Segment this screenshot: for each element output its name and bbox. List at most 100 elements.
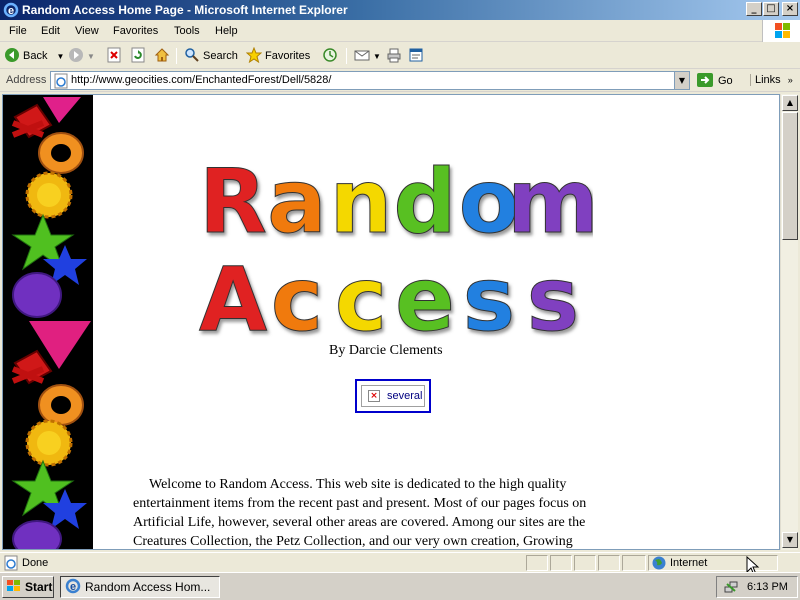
start-label: Start — [25, 580, 53, 594]
logo-letter: m — [507, 150, 593, 253]
scroll-up-button[interactable]: ▲ — [782, 95, 798, 111]
author-byline: By Darcie Clements — [329, 343, 443, 358]
menu-help[interactable]: Help — [215, 25, 238, 37]
svg-text:e: e — [8, 5, 14, 17]
address-input[interactable]: http://www.geocities.com/EnchantedForest… — [50, 71, 690, 90]
links-label: Links — [755, 74, 781, 86]
forward-dropdown-icon[interactable]: ▼ — [87, 52, 95, 61]
address-bar: Address http://www.geocities.com/Enchant… — [0, 70, 800, 92]
logo-letter: s — [463, 248, 515, 340]
menu-edit[interactable]: Edit — [41, 25, 60, 37]
maximize-button[interactable]: □ — [763, 2, 779, 16]
stop-button[interactable] — [106, 47, 122, 65]
broken-image-icon: × — [368, 390, 380, 402]
scroll-thumb[interactable] — [782, 112, 798, 240]
menu-view[interactable]: View — [75, 25, 99, 37]
page-content[interactable]: Random Access By Darcie Clements × sever… — [2, 94, 780, 550]
address-label: Address — [6, 74, 47, 86]
links-button[interactable]: Links » — [750, 74, 793, 86]
network-icon[interactable] — [723, 579, 739, 598]
ie-logo-icon: e — [3, 2, 19, 18]
logo-letter: c — [335, 248, 387, 340]
mail-icon — [354, 47, 370, 66]
stop-icon — [106, 47, 122, 66]
title-bar[interactable]: e Random Access Home Page - Microsoft In… — [0, 0, 800, 20]
taskbar: Start e Random Access Hom... 6:13 PM — [0, 572, 800, 600]
logo-letter: e — [395, 248, 455, 340]
forward-arrow-icon — [68, 47, 84, 66]
logo-letter: d — [394, 150, 457, 253]
logo-letter: s — [527, 248, 579, 340]
security-zone-label: Internet — [670, 557, 708, 569]
taskbar-clock[interactable]: 6:13 PM — [747, 581, 788, 593]
search-icon — [184, 47, 200, 66]
image-alt-text: several — [387, 390, 423, 402]
go-label: Go — [718, 75, 733, 87]
back-arrow-icon — [4, 47, 20, 66]
windows-start-icon — [6, 579, 22, 596]
logo-letter: R — [199, 150, 267, 253]
svg-text:e: e — [70, 581, 76, 593]
start-button[interactable]: Start — [2, 576, 54, 598]
home-button[interactable] — [154, 47, 170, 65]
ie-task-icon: e — [65, 578, 81, 597]
status-bar: Done Internet — [0, 552, 800, 576]
status-pane — [574, 555, 596, 571]
menu-favorites[interactable]: Favorites — [113, 25, 158, 37]
back-dropdown-icon[interactable]: ▼ — [56, 52, 64, 61]
search-button[interactable]: Search — [184, 47, 238, 65]
menu-file[interactable]: File — [9, 25, 27, 37]
refresh-icon — [130, 47, 146, 66]
scroll-down-button[interactable]: ▼ — [782, 532, 798, 548]
page-icon — [53, 73, 69, 92]
taskbar-item-label: Random Access Hom... — [85, 580, 211, 594]
history-icon — [322, 47, 338, 66]
welcome-paragraph: Welcome to Random Access. This web site … — [133, 477, 587, 549]
status-pane — [550, 555, 572, 571]
mail-button[interactable]: ▼ — [354, 47, 381, 65]
close-button[interactable]: × — [782, 2, 798, 16]
mail-dropdown-icon[interactable]: ▼ — [373, 52, 381, 61]
status-pane — [622, 555, 646, 571]
print-button[interactable] — [386, 47, 402, 65]
home-icon — [154, 47, 170, 66]
broken-image-link[interactable]: × several — [355, 379, 431, 413]
links-chevron-icon: » — [787, 75, 793, 85]
toolbar-separator — [346, 48, 347, 64]
back-button[interactable]: Back ▼ — [4, 47, 64, 65]
search-label: Search — [203, 50, 238, 62]
logo-letter: A — [199, 248, 267, 340]
back-label: Back — [23, 50, 48, 62]
status-pane — [526, 555, 548, 571]
address-url: http://www.geocities.com/EnchantedForest… — [71, 74, 332, 86]
edit-button[interactable] — [408, 47, 424, 65]
address-dropdown-icon[interactable]: ▼ — [674, 72, 689, 89]
print-icon — [386, 47, 402, 66]
taskbar-ie-window-button[interactable]: e Random Access Hom... — [60, 576, 220, 598]
go-arrow-icon — [696, 72, 714, 91]
favorites-star-icon — [245, 46, 263, 66]
forward-button[interactable]: ▼ — [68, 47, 95, 65]
logo-letter: a — [267, 150, 326, 253]
system-tray: 6:13 PM — [716, 576, 798, 598]
refresh-button[interactable] — [130, 47, 146, 65]
menu-tools[interactable]: Tools — [174, 25, 200, 37]
logo-letter: n — [330, 150, 393, 253]
standard-toolbar: Back ▼ ▼ Search Favorites ▼ — [0, 43, 800, 69]
vertical-scrollbar[interactable]: ▲ ▼ — [780, 94, 798, 550]
windows-flag-icon — [762, 20, 800, 42]
history-button[interactable] — [322, 47, 338, 65]
toolbar-separator — [176, 48, 177, 64]
status-pane — [598, 555, 620, 571]
random-access-logo: Random Access — [193, 150, 599, 352]
window-title: Random Access Home Page - Microsoft Inte… — [22, 3, 348, 17]
logo-letter: c — [271, 248, 323, 340]
edit-page-icon — [408, 47, 424, 66]
ie-window: e Random Access Home Page - Microsoft In… — [0, 0, 800, 576]
go-button[interactable]: Go — [696, 72, 733, 90]
status-text: Done — [22, 557, 49, 569]
minimize-button[interactable]: _ — [746, 2, 762, 16]
image-placeholder: × several — [361, 385, 425, 407]
favorites-label: Favorites — [265, 50, 311, 62]
favorites-button[interactable]: Favorites — [245, 46, 311, 66]
